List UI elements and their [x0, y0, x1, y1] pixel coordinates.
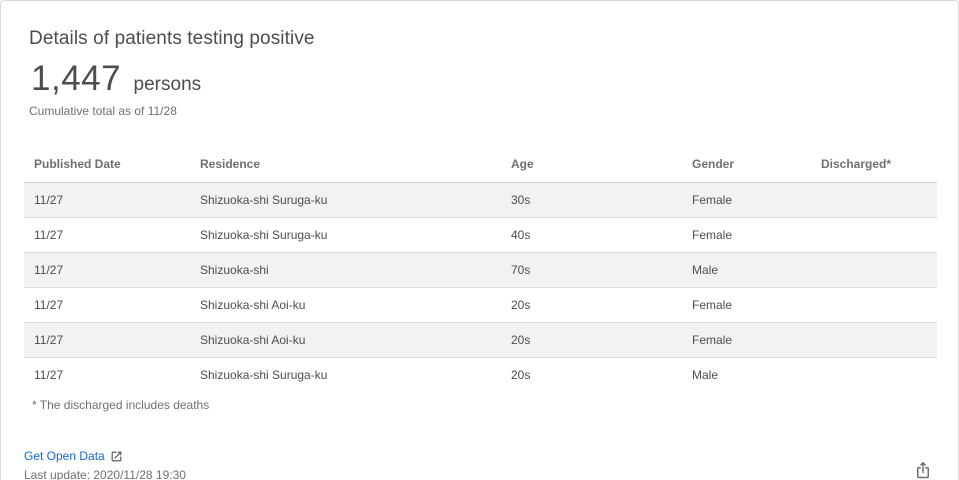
cell-gender: Male: [682, 252, 811, 288]
cell-discharged: [811, 357, 937, 392]
cell-gender: Female: [682, 322, 811, 358]
cell-gender: Female: [682, 182, 811, 218]
table-row: 11/27 Shizuoka-shi Aoi-ku 20s Female: [24, 322, 937, 358]
table-row: 11/27 Shizuoka-shi Suruga-ku 30s Female: [24, 182, 937, 218]
get-open-data-label: Get Open Data: [24, 449, 105, 463]
external-link-icon: [111, 451, 122, 461]
cell-discharged: [811, 322, 937, 358]
cell-gender: Female: [682, 287, 811, 323]
cell-date: 11/27: [24, 252, 190, 288]
header-age[interactable]: Age: [501, 147, 682, 183]
share-icon: [917, 461, 929, 479]
total-count: 1,447: [31, 59, 122, 98]
header-residence[interactable]: Residence: [190, 147, 501, 183]
cell-gender: Male: [692, 367, 719, 382]
cell-date: 11/27: [24, 182, 190, 218]
card-subtitle: Cumulative total as of 11/28: [29, 104, 177, 118]
total-display: 1,447 persons: [31, 59, 201, 99]
cell-discharged: [811, 182, 937, 218]
patients-table: Published Date Residence Age Gender Disc…: [24, 147, 937, 392]
cell-discharged: [811, 217, 937, 253]
header-published-date[interactable]: Published Date: [24, 147, 190, 183]
cell-discharged: [811, 252, 937, 288]
data-card: Details of patients testing positive 1,4…: [0, 0, 959, 480]
table-row: 11/27 Shizuoka-shi 70s Male: [24, 252, 937, 288]
table-row: 11/27 Shizuoka-shi Aoi-ku 20s Female: [24, 287, 937, 323]
cell-residence: Shizuoka-shi Suruga-ku: [190, 182, 501, 218]
header-discharged[interactable]: Discharged*: [811, 147, 937, 183]
cell-date: 11/27: [24, 322, 190, 358]
cell-age: 30s: [501, 182, 682, 218]
cell-residence: Shizuoka-shi Suruga-ku: [200, 367, 328, 382]
header-gender[interactable]: Gender: [682, 147, 811, 183]
cell-discharged: [811, 287, 937, 323]
card-title: Details of patients testing positive: [29, 28, 315, 49]
total-unit: persons: [133, 74, 202, 95]
cell-age: 20s: [501, 287, 682, 323]
cell-gender: Female: [682, 217, 811, 253]
cell-residence: Shizuoka-shi Suruga-ku: [190, 217, 501, 253]
table-header-row: Published Date Residence Age Gender Disc…: [24, 147, 937, 183]
cell-age: 70s: [501, 252, 682, 288]
discharged-footnote: * The discharged includes deaths: [32, 398, 210, 412]
cell-age: 20s: [511, 367, 531, 382]
get-open-data-link[interactable]: Get Open Data: [24, 449, 123, 463]
cell-residence: Shizuoka-shi: [190, 252, 501, 288]
cell-age: 20s: [501, 322, 682, 358]
cell-date: 11/27: [34, 367, 64, 382]
table-row: 11/27 Shizuoka-shi Suruga-ku 40s Female: [24, 217, 937, 253]
cell-residence: Shizuoka-shi Aoi-ku: [190, 322, 501, 358]
cell-date: 11/27: [24, 287, 190, 323]
cell-age: 40s: [501, 217, 682, 253]
share-button[interactable]: [914, 461, 934, 480]
cell-date: 11/27: [24, 217, 190, 253]
table-row: 11/27 Shizuoka-shi Suruga-ku 20s Male: [24, 357, 937, 392]
last-update-link[interactable]: Last update: 2020/11/28 19:30: [24, 468, 186, 480]
cell-residence: Shizuoka-shi Aoi-ku: [190, 287, 501, 323]
